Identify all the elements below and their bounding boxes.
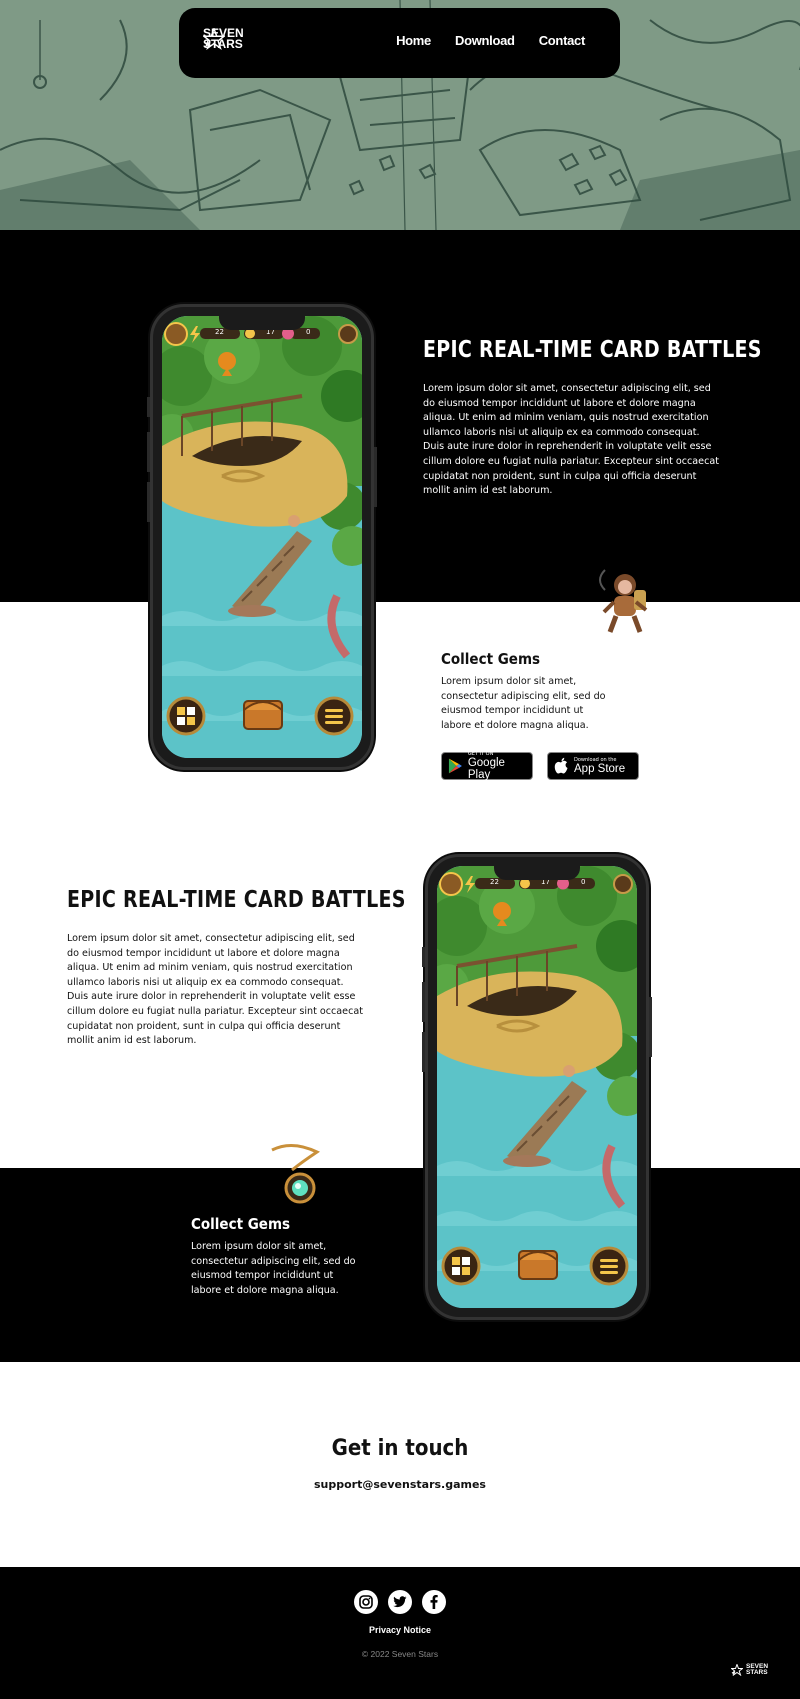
game-scene-illustration — [162, 316, 362, 758]
game-scene-illustration — [437, 866, 637, 1308]
nav-link-home[interactable]: Home — [396, 33, 431, 48]
footer-logo-line-2: STARS — [746, 1669, 768, 1677]
hud-energy-value: 22 — [215, 328, 224, 336]
amulet-gem-illustration — [271, 1144, 321, 1204]
section-2-title: EPIC REAL-TIME CARD BATTLES — [67, 887, 406, 913]
section-1-subtitle: Collect Gems — [441, 650, 541, 668]
app-store-button[interactable]: Download on the App Store — [547, 752, 639, 780]
footer-logo[interactable]: SEVEN STARS — [731, 1663, 768, 1677]
nav-logo[interactable]: SEVEN STARS — [203, 27, 244, 51]
section-1-sub-body: Lorem ipsum dolor sit amet, consectetur … — [441, 676, 606, 731]
contact-title: Get in touch — [331, 1436, 469, 1461]
phone-mockup-2: 22 17 0 — [422, 854, 652, 1320]
google-play-icon — [448, 758, 462, 774]
section-1-title: EPIC REAL-TIME CARD BATTLES — [423, 337, 762, 363]
hud-energy-value: 22 — [490, 878, 499, 886]
game-screenshot: 22 17 0 — [162, 316, 362, 758]
star-logo-icon — [203, 28, 225, 50]
instagram-icon[interactable] — [354, 1590, 378, 1614]
nav-links: Home Download Contact — [396, 33, 585, 48]
hud-gems-value: 0 — [581, 878, 586, 886]
nav-link-contact[interactable]: Contact — [539, 33, 586, 48]
section-1-light — [0, 602, 800, 1168]
phone-mockup-1: 22 17 0 — [147, 304, 377, 770]
monkey-character-illustration — [599, 569, 648, 633]
google-play-big-label: Google Play — [467, 757, 505, 781]
contact-section — [0, 1362, 800, 1567]
hud-gems-value: 0 — [306, 328, 311, 336]
section-2-subtitle: Collect Gems — [191, 1215, 291, 1233]
privacy-notice-link[interactable]: Privacy Notice — [0, 1625, 800, 1635]
star-logo-icon — [731, 1664, 743, 1677]
twitter-icon[interactable] — [388, 1590, 412, 1614]
app-store-big-label: App Store — [574, 763, 626, 775]
game-screenshot: 22 17 0 — [437, 866, 637, 1308]
contact-email-link[interactable]: support@sevenstars.games — [0, 1478, 800, 1491]
google-play-button[interactable]: GET IT ON Google Play — [441, 751, 533, 781]
nav-link-download[interactable]: Download — [455, 33, 515, 48]
section-2-body: Lorem ipsum dolor sit amet, consectetur … — [67, 933, 363, 1047]
facebook-icon[interactable] — [422, 1590, 446, 1614]
section-2-sub-body: Lorem ipsum dolor sit amet, consectetur … — [191, 1241, 356, 1296]
section-2-dark — [0, 1168, 800, 1362]
copyright-text: © 2022 Seven Stars — [361, 1649, 439, 1659]
apple-icon — [554, 757, 568, 774]
navbar: SEVEN STARS Home Download Contact — [179, 8, 620, 78]
hero-banner: SEVEN STARS Home Download Contact — [0, 0, 800, 230]
section-1-body: Lorem ipsum dolor sit amet, consectetur … — [423, 383, 719, 497]
